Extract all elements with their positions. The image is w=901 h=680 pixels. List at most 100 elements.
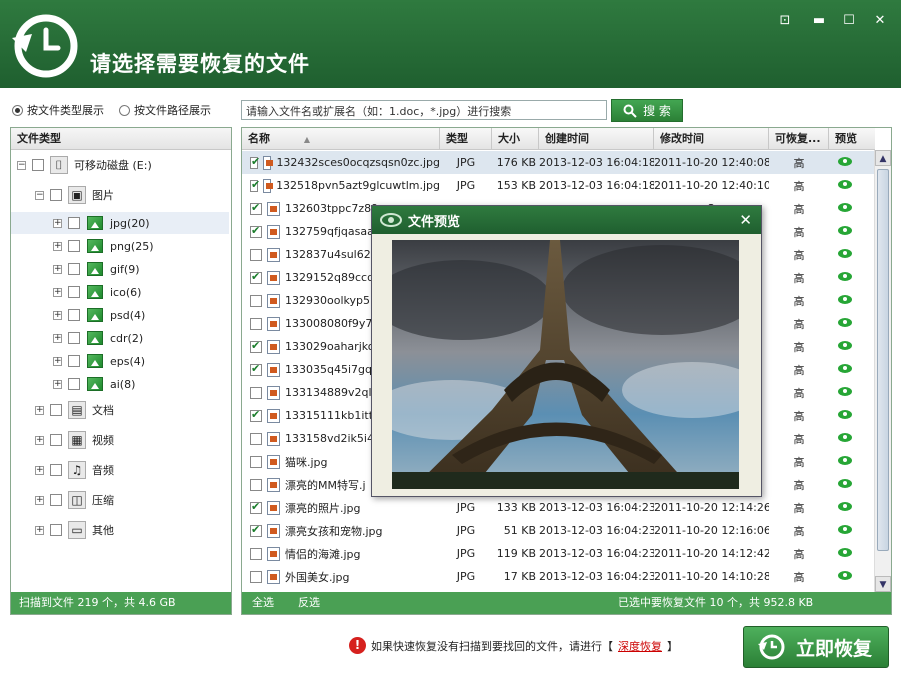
maximize-button[interactable]: ☐	[840, 13, 858, 29]
expand-toggle[interactable]: +	[53, 379, 62, 389]
tree-checkbox[interactable]	[68, 332, 80, 344]
expand-toggle[interactable]: +	[35, 465, 44, 475]
row-checkbox[interactable]	[250, 409, 262, 422]
deep-recovery-link[interactable]: 深度恢复	[618, 638, 662, 654]
eye-icon[interactable]	[838, 157, 852, 166]
column-type[interactable]: 类型	[440, 128, 492, 150]
table-row[interactable]: 外国美女.jpg JPG 17 KB 2013-12-03 16:04:23 2011-…	[242, 565, 875, 588]
eye-icon[interactable]	[838, 456, 852, 465]
expand-toggle[interactable]: +	[53, 333, 62, 343]
eye-icon[interactable]	[838, 295, 852, 304]
vertical-scrollbar[interactable]: ▲ ▼	[874, 150, 891, 592]
preview-cell[interactable]	[829, 202, 861, 215]
eye-icon[interactable]	[838, 364, 852, 373]
row-checkbox[interactable]	[250, 340, 262, 353]
preview-cell[interactable]	[829, 179, 861, 192]
table-row[interactable]: 漂亮女孩和宠物.jpg JPG 51 KB2013-12-03 16:04:2320…	[242, 519, 875, 542]
tree-checkbox[interactable]	[68, 217, 80, 229]
expand-toggle[interactable]: +	[53, 310, 62, 320]
eye-icon[interactable]	[838, 571, 852, 580]
preview-cell[interactable]	[829, 340, 861, 353]
tree-item-category[interactable]: + ♫ 音频	[35, 459, 114, 481]
column-preview[interactable]: 预览	[829, 128, 875, 150]
eye-icon[interactable]	[838, 548, 852, 557]
view-by-type-radio[interactable]: 按文件类型展示	[12, 102, 104, 118]
tree-item-filetype[interactable]: + cdr(2)	[11, 327, 229, 349]
eye-icon[interactable]	[838, 249, 852, 258]
collapse-toggle[interactable]: −	[35, 190, 44, 200]
row-checkbox[interactable]	[250, 523, 262, 537]
row-checkbox[interactable]	[250, 500, 262, 514]
row-checkbox[interactable]	[250, 179, 260, 192]
collapse-toggle[interactable]: −	[17, 160, 26, 170]
preview-cell[interactable]	[829, 386, 861, 399]
tree-item-category[interactable]: + ▤ 文档	[35, 399, 114, 421]
close-button[interactable]: ✕	[871, 13, 889, 29]
row-checkbox[interactable]	[250, 202, 262, 215]
preview-cell[interactable]	[829, 271, 861, 284]
row-checkbox[interactable]	[250, 225, 262, 238]
tree-checkbox[interactable]	[68, 263, 80, 275]
eye-icon[interactable]	[838, 387, 852, 396]
column-size[interactable]: 大小	[492, 128, 539, 150]
tree-item-filetype[interactable]: + psd(4)	[11, 304, 229, 326]
eye-icon[interactable]	[838, 180, 852, 189]
tree-root-drive[interactable]: − ⌷ 可移动磁盘 (E:)	[17, 154, 152, 176]
preview-cell[interactable]	[829, 156, 861, 169]
preview-cell[interactable]	[829, 432, 861, 445]
recover-now-button[interactable]: 立即恢复	[743, 626, 889, 668]
preview-cell[interactable]	[829, 317, 861, 330]
eye-icon[interactable]	[838, 318, 852, 327]
tree-item-category[interactable]: + ◫ 压缩	[35, 489, 114, 511]
row-checkbox[interactable]	[250, 156, 260, 169]
tree-item-category[interactable]: + ▭ 其他	[35, 519, 114, 541]
preview-cell[interactable]	[829, 363, 861, 376]
view-by-path-radio[interactable]: 按文件路径展示	[119, 102, 211, 118]
eye-icon[interactable]	[838, 433, 852, 442]
preview-cell[interactable]	[829, 524, 861, 537]
search-button[interactable]: 搜 索	[611, 99, 683, 122]
tree-checkbox[interactable]	[68, 378, 80, 390]
preview-cell[interactable]	[829, 409, 861, 422]
row-checkbox[interactable]	[250, 248, 262, 261]
column-recoverable[interactable]: 可恢复...	[769, 128, 829, 150]
minimize-button[interactable]: ▬	[810, 13, 828, 29]
expand-toggle[interactable]: +	[53, 264, 62, 274]
tray-minimize-button[interactable]: ⊡	[776, 13, 794, 29]
select-all-link[interactable]: 全选	[252, 592, 274, 614]
expand-toggle[interactable]: +	[53, 287, 62, 297]
tree-checkbox[interactable]	[68, 355, 80, 367]
preview-cell[interactable]	[829, 570, 861, 583]
row-checkbox[interactable]	[250, 271, 262, 284]
scroll-thumb[interactable]	[877, 169, 889, 551]
expand-toggle[interactable]: +	[53, 218, 62, 228]
table-row[interactable]: 132432sces0ocqzsqsn0zc.jpg JPG 176 KB2013-…	[242, 151, 875, 174]
expand-toggle[interactable]: +	[35, 435, 44, 445]
tree-checkbox[interactable]	[50, 524, 62, 536]
tree-item-filetype[interactable]: + jpg(20)	[11, 212, 229, 234]
table-row[interactable]: 132518pvn5azt9glcuwtlm.jpg JPG 153 KB2013-…	[242, 174, 875, 197]
tree-checkbox[interactable]	[50, 464, 62, 476]
preview-cell[interactable]	[829, 455, 861, 468]
row-checkbox[interactable]	[250, 386, 262, 399]
table-row[interactable]: 情侣的海滩.jpg JPG 119 KB 2013-12-03 16:04:23 201…	[242, 542, 875, 565]
eye-icon[interactable]	[838, 525, 852, 534]
tree-checkbox[interactable]	[32, 159, 44, 171]
tree-item-pictures[interactable]: − ▣ 图片	[35, 184, 114, 206]
column-created[interactable]: 创建时间	[539, 128, 654, 150]
eye-icon[interactable]	[838, 479, 852, 488]
table-row[interactable]: 漂亮的照片.jpg JPG 133 KB2013-12-03 16:04:23201…	[242, 496, 875, 519]
row-checkbox[interactable]	[250, 478, 262, 491]
expand-toggle[interactable]: +	[35, 495, 44, 505]
search-input[interactable]: 请输入文件名或扩展名（如：1.doc，*.jpg）进行搜索	[241, 100, 607, 120]
preview-cell[interactable]	[829, 501, 861, 514]
scroll-up-icon[interactable]: ▲	[875, 150, 891, 166]
tree-item-filetype[interactable]: + png(25)	[11, 235, 229, 257]
column-modified[interactable]: 修改时间	[654, 128, 769, 150]
eye-icon[interactable]	[838, 410, 852, 419]
expand-toggle[interactable]: +	[35, 525, 44, 535]
row-checkbox[interactable]	[250, 294, 262, 307]
row-checkbox[interactable]	[250, 547, 262, 560]
row-checkbox[interactable]	[250, 317, 262, 330]
expand-toggle[interactable]: +	[53, 356, 62, 366]
